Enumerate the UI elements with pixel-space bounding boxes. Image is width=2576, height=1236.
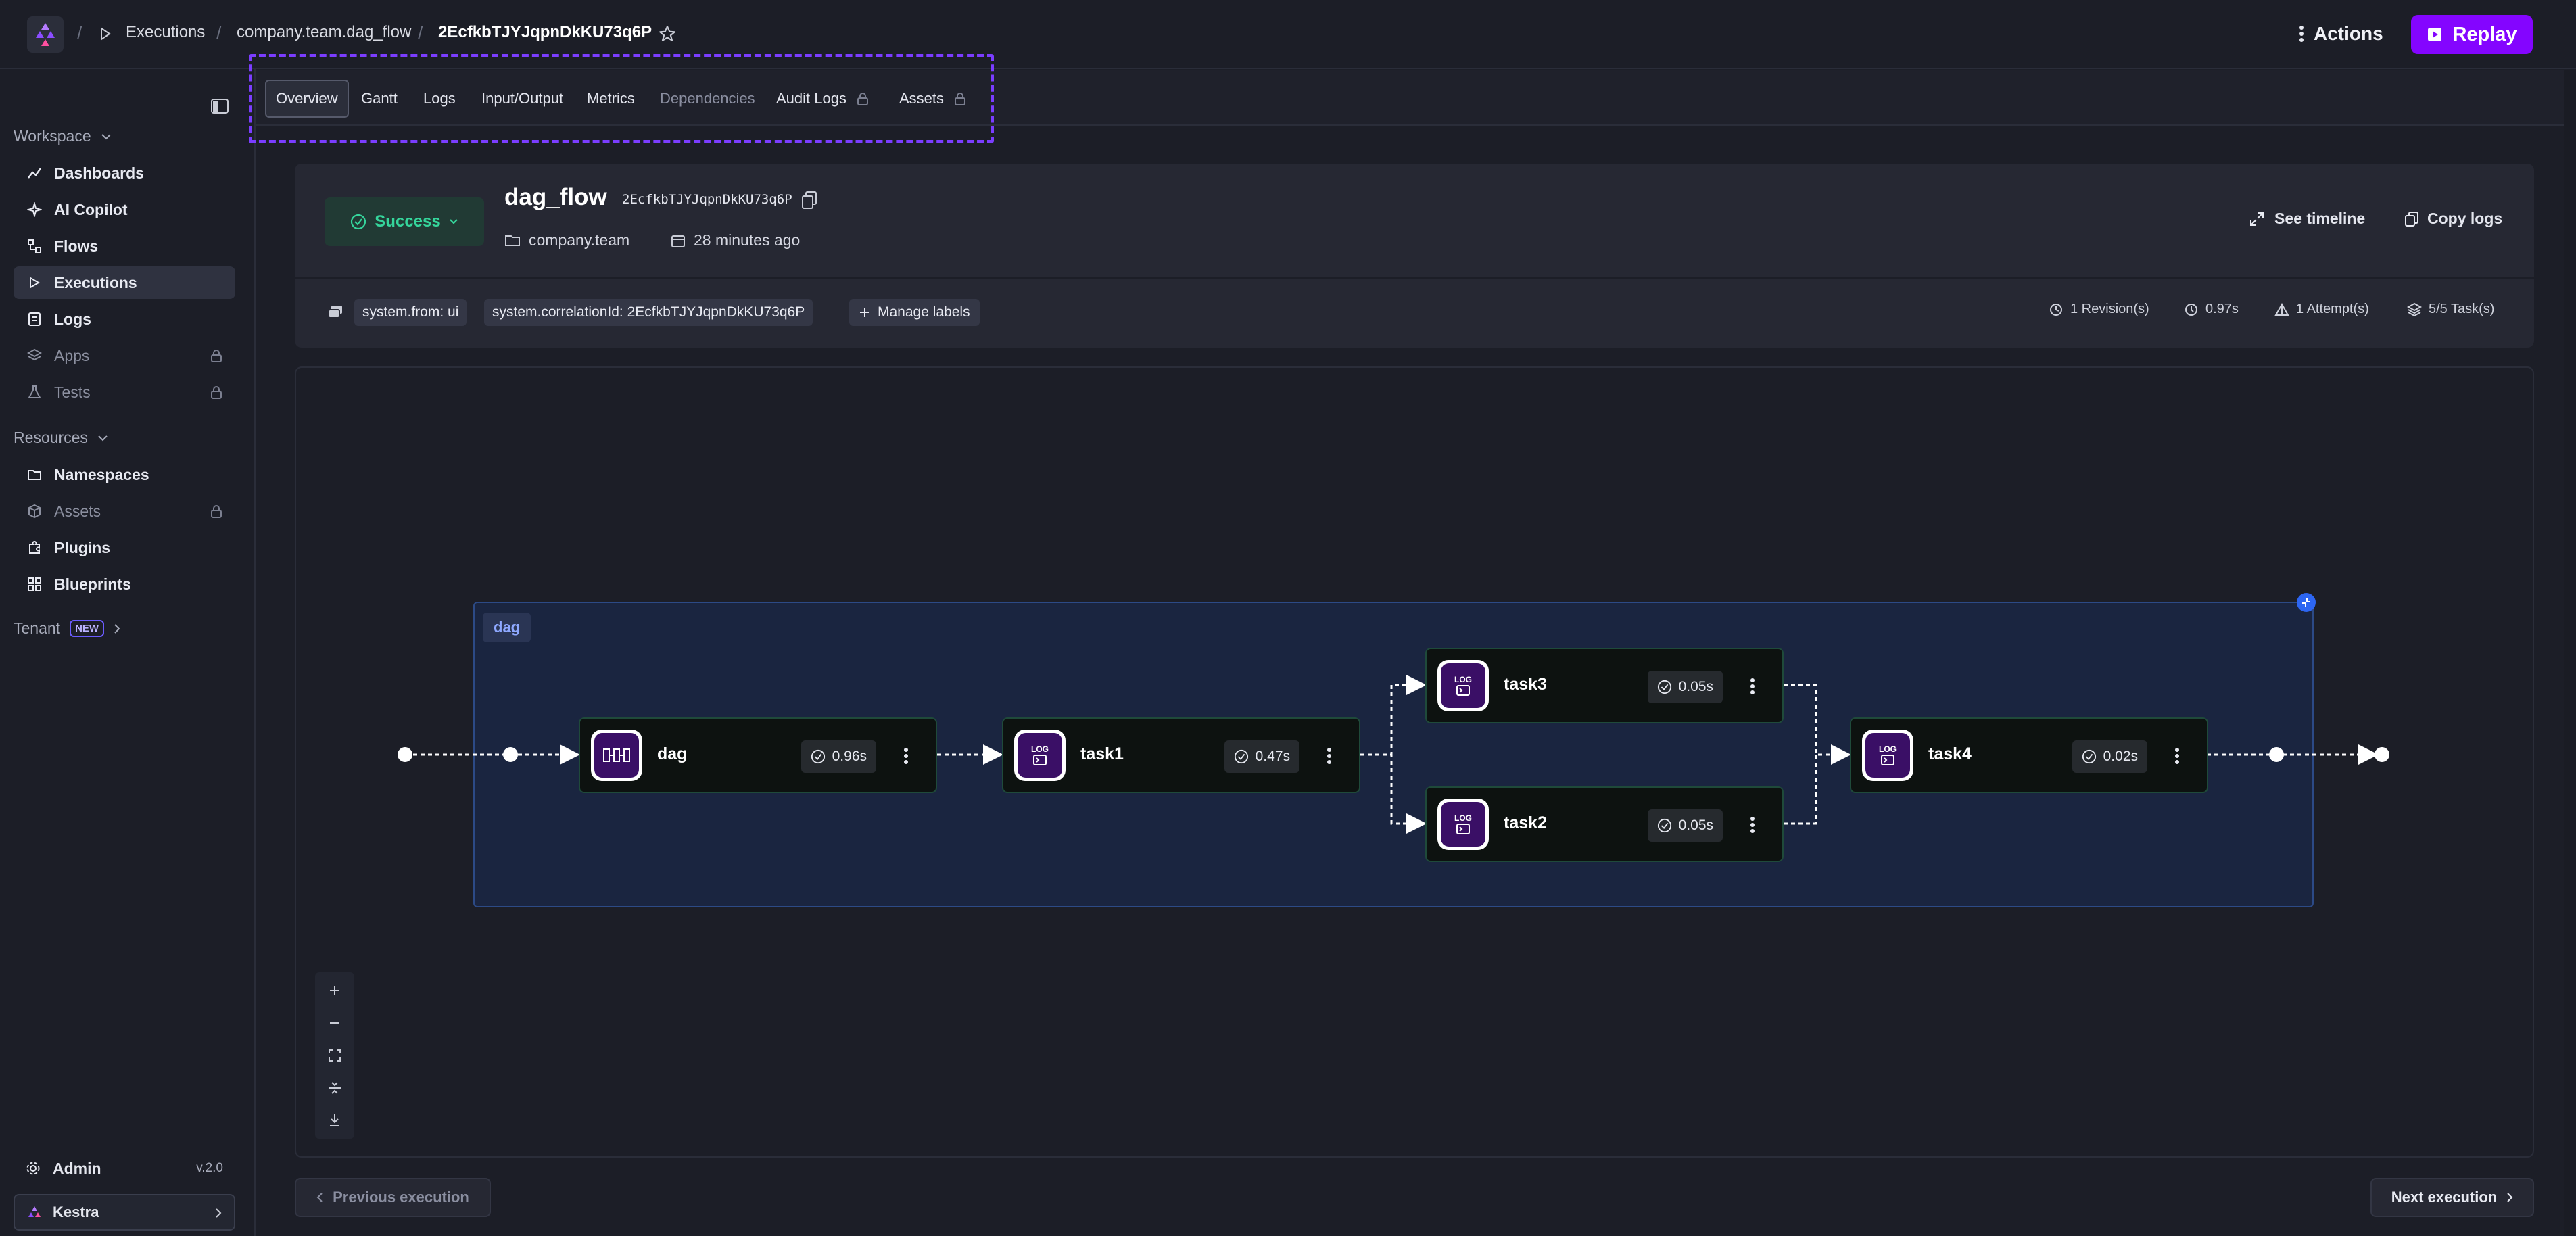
task-duration: 0.05s (1678, 817, 1713, 833)
task-node-task3[interactable]: LOG task3 0.05s (1425, 648, 1784, 723)
kebab-menu-icon[interactable] (903, 746, 909, 766)
check-circle-icon (1234, 749, 1248, 764)
kebab-menu-icon[interactable] (1327, 746, 1332, 766)
zoom-in-button[interactable] (315, 975, 354, 1006)
edge-task1-to-task2 (1360, 753, 1427, 834)
task-name: task4 (1928, 744, 1972, 763)
task-node-dag[interactable]: dag 0.96s (579, 717, 937, 793)
toggle-orientation-button[interactable] (315, 1072, 354, 1103)
task-node-task2[interactable]: LOG task2 0.05s (1425, 786, 1784, 862)
task-node-task1[interactable]: LOG task1 0.47s (1002, 717, 1360, 793)
check-circle-icon (1657, 818, 1671, 833)
kebab-menu-icon[interactable] (1750, 815, 1755, 835)
next-execution-label: Next execution (2391, 1189, 2498, 1206)
check-circle-icon (811, 749, 825, 764)
edge-task2-to-task4 (1784, 755, 1817, 825)
page-scrollbar[interactable] (2564, 70, 2576, 1236)
fit-view-icon (329, 1049, 341, 1062)
previous-execution-label: Previous execution (333, 1189, 469, 1206)
cluster-end-dot (2269, 747, 2284, 762)
cluster-start-dot (503, 747, 518, 762)
task-duration-badge: 0.05s (1647, 671, 1723, 703)
check-circle-icon (2082, 749, 2096, 764)
download-icon (330, 1114, 339, 1126)
log-task-icon: LOG (1014, 730, 1066, 781)
task-duration: 0.96s (832, 748, 867, 764)
previous-execution-button[interactable]: Previous execution (295, 1178, 491, 1217)
task-duration: 0.02s (2103, 748, 2138, 764)
log-icon-text: LOG (1031, 744, 1049, 754)
task-node-task4[interactable]: LOG task4 0.02s (1850, 717, 2208, 793)
log-task-icon: LOG (1437, 799, 1489, 850)
log-task-icon: LOG (1862, 730, 1913, 781)
task-duration-badge: 0.96s (801, 740, 876, 773)
flow-end-dot (2375, 747, 2389, 762)
task-name: task1 (1080, 744, 1124, 763)
task-duration: 0.05s (1678, 679, 1713, 694)
zoom-controls (315, 972, 354, 1139)
task-duration-badge: 0.02s (2072, 740, 2147, 773)
log-icon-text: LOG (1879, 744, 1897, 754)
split-vertical-icon (329, 1082, 341, 1094)
plus-icon (330, 986, 339, 995)
log-icon-text: LOG (1454, 813, 1472, 823)
log-task-icon: LOG (1437, 660, 1489, 711)
fit-view-button[interactable] (315, 1040, 354, 1071)
edge-task1-to-task3 (1360, 675, 1427, 756)
task-name: task2 (1504, 813, 1547, 832)
task-duration-badge: 0.47s (1224, 740, 1299, 773)
kebab-menu-icon[interactable] (2174, 746, 2180, 766)
check-circle-icon (1657, 680, 1671, 694)
zoom-out-button[interactable] (315, 1007, 354, 1039)
minus-icon (330, 1022, 339, 1024)
download-button[interactable] (315, 1105, 354, 1136)
task-name: dag (657, 744, 688, 763)
task-duration-badge: 0.05s (1647, 809, 1723, 842)
flow-start-dot (398, 747, 412, 762)
task-name: task3 (1504, 675, 1547, 694)
chevron-left-icon (316, 1193, 323, 1202)
task-duration: 0.47s (1255, 748, 1290, 764)
chevron-right-icon (2507, 1193, 2513, 1202)
kebab-menu-icon[interactable] (1750, 676, 1755, 696)
edge-task3-to-task4 (1784, 684, 1851, 765)
log-icon-text: LOG (1454, 675, 1472, 684)
topology-edges (406, 675, 2379, 834)
next-execution-button[interactable]: Next execution (2370, 1178, 2534, 1217)
dag-task-icon (591, 730, 642, 781)
